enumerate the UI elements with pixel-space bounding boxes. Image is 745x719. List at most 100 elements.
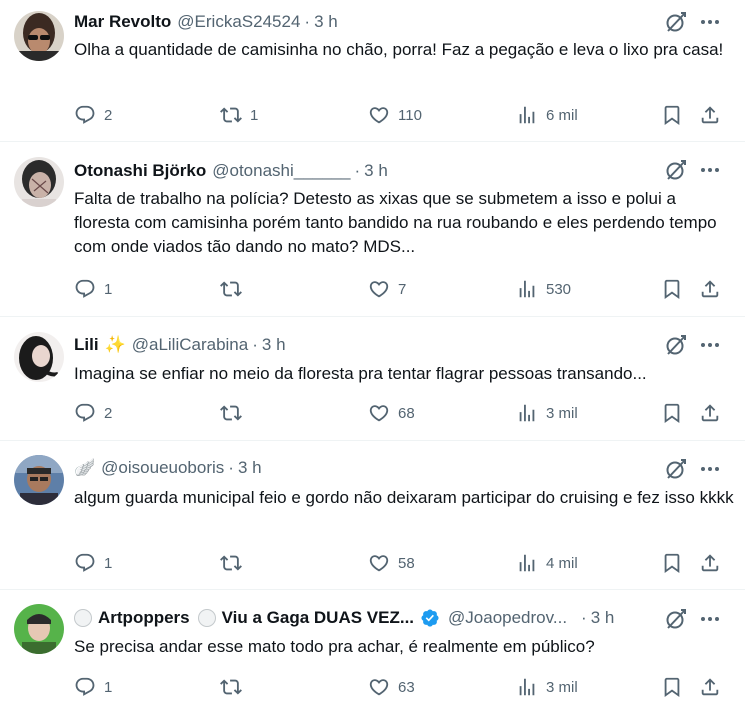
display-name[interactable]: Lili: [74, 335, 99, 355]
share-icon: [699, 676, 721, 698]
like-count: 68: [398, 404, 415, 422]
user-handle[interactable]: @aLiliCarabina: [132, 335, 249, 355]
display-name[interactable]: Otonashi Björko: [74, 161, 206, 181]
share-button[interactable]: [699, 398, 721, 428]
timestamp[interactable]: 3 h: [238, 458, 262, 478]
like-button[interactable]: 68: [368, 398, 415, 428]
views-button[interactable]: 3 mil: [516, 398, 578, 428]
views-icon: [516, 552, 538, 574]
separator-dot: ·: [228, 458, 234, 477]
tweet-header: 🪽 @oisoueuoboris · 3 h: [74, 456, 262, 480]
reply-button[interactable]: 2: [74, 100, 112, 130]
reply-button[interactable]: 1: [74, 672, 112, 702]
tweet[interactable]: Mar Revolto @ErickaS24524 · 3 h Olha a q…: [0, 0, 745, 142]
tweet-actions: 2 68 3 mil: [0, 398, 745, 428]
more-icon[interactable]: [698, 10, 722, 34]
like-count: 7: [398, 280, 407, 298]
user-handle[interactable]: @otonashi______: [212, 161, 350, 181]
heart-icon: [368, 402, 390, 424]
more-icon[interactable]: [698, 158, 722, 182]
display-name[interactable]: Artpoppers: [98, 608, 190, 628]
reply-button[interactable]: 2: [74, 398, 112, 428]
bookmark-button[interactable]: [661, 398, 683, 428]
tweet[interactable]: Lili ✨ @aLiliCarabina · 3 h Imagina se e…: [0, 318, 745, 441]
tweet-text: algum guarda municipal feio e gordo não …: [74, 488, 734, 507]
display-name[interactable]: Mar Revolto: [74, 12, 171, 32]
retweet-button[interactable]: [220, 548, 250, 578]
bookmark-icon: [661, 402, 683, 424]
retweet-button[interactable]: [220, 672, 250, 702]
more-icon[interactable]: [698, 457, 722, 481]
more-icon[interactable]: [698, 333, 722, 357]
like-button[interactable]: 7: [368, 274, 406, 304]
tweet[interactable]: 🪽 @oisoueuoboris · 3 h algum guarda muni…: [0, 442, 745, 590]
reply-button[interactable]: 1: [74, 274, 112, 304]
timestamp[interactable]: 3 h: [262, 335, 286, 355]
like-count: 63: [398, 678, 415, 696]
bookmark-button[interactable]: [661, 548, 683, 578]
separator-dot: ·: [304, 12, 311, 31]
avatar[interactable]: [14, 604, 64, 654]
wing-emoji: 🪽: [74, 458, 96, 477]
reply-button[interactable]: 1: [74, 548, 112, 578]
tweet-actions: 1 63 3 mil: [0, 672, 745, 702]
tweet-header: Artpoppers Viu a Gaga DUAS VEZ... @Joaop…: [74, 606, 614, 630]
grok-icon[interactable]: [664, 457, 688, 481]
views-count: 530: [546, 280, 572, 298]
views-button[interactable]: 3 mil: [516, 672, 578, 702]
reply-count: 2: [104, 106, 113, 124]
views-count: 4 mil: [546, 554, 578, 572]
share-icon: [699, 552, 721, 574]
timestamp[interactable]: 3 h: [591, 608, 615, 628]
bookmark-icon: [661, 278, 683, 300]
more-icon[interactable]: [698, 607, 722, 631]
tweet-text: Olha a quantidade de camisinha no chão, …: [74, 40, 724, 59]
share-button[interactable]: [699, 100, 721, 130]
grok-icon[interactable]: [664, 10, 688, 34]
avatar[interactable]: [14, 11, 64, 61]
share-button[interactable]: [699, 548, 721, 578]
avatar[interactable]: [14, 157, 64, 207]
user-handle[interactable]: @oisoueuoboris: [101, 458, 224, 478]
avatar[interactable]: [14, 455, 64, 505]
views-count: 3 mil: [546, 404, 578, 422]
bookmark-button[interactable]: [661, 672, 683, 702]
tweet[interactable]: Otonashi Björko @otonashi______ · 3 h Fa…: [0, 143, 745, 317]
separator-dot: ·: [581, 608, 587, 627]
views-button[interactable]: 4 mil: [516, 548, 578, 578]
user-handle[interactable]: @Joaopedrov...: [448, 608, 567, 628]
tweet-text: Falta de trabalho na polícia? Detesto as…: [74, 189, 717, 256]
bookmark-button[interactable]: [661, 274, 683, 304]
like-button[interactable]: 63: [368, 672, 415, 702]
like-button[interactable]: 58: [368, 548, 415, 578]
avatar[interactable]: [14, 332, 64, 382]
views-icon: [516, 402, 538, 424]
share-button[interactable]: [699, 274, 721, 304]
retweet-button[interactable]: [220, 274, 250, 304]
display-name-continued[interactable]: Viu a Gaga DUAS VEZ...: [222, 608, 414, 628]
user-handle[interactable]: @ErickaS24524: [177, 12, 300, 32]
retweet-button[interactable]: [220, 398, 250, 428]
views-button[interactable]: 6 mil: [516, 100, 578, 130]
timestamp[interactable]: 3 h: [314, 12, 338, 32]
heart-icon: [368, 278, 390, 300]
grok-icon[interactable]: [664, 333, 688, 357]
verified-badge-icon: [421, 609, 439, 627]
retweet-count: 1: [250, 106, 259, 124]
bookmark-button[interactable]: [661, 100, 683, 130]
tweet[interactable]: Artpoppers Viu a Gaga DUAS VEZ... @Joaop…: [0, 591, 745, 719]
timestamp[interactable]: 3 h: [364, 161, 388, 181]
share-icon: [699, 402, 721, 424]
retweet-button[interactable]: 1: [220, 100, 258, 130]
views-button[interactable]: 530: [516, 274, 571, 304]
bookmark-icon: [661, 676, 683, 698]
reply-count: 1: [104, 280, 113, 298]
retweet-icon: [220, 402, 242, 424]
like-button[interactable]: 110: [368, 100, 422, 130]
reply-icon: [74, 104, 96, 126]
tweet-text: Se precisa andar esse mato todo pra acha…: [74, 637, 595, 656]
grok-icon[interactable]: [664, 607, 688, 631]
grok-icon[interactable]: [664, 158, 688, 182]
views-icon: [516, 104, 538, 126]
share-button[interactable]: [699, 672, 721, 702]
